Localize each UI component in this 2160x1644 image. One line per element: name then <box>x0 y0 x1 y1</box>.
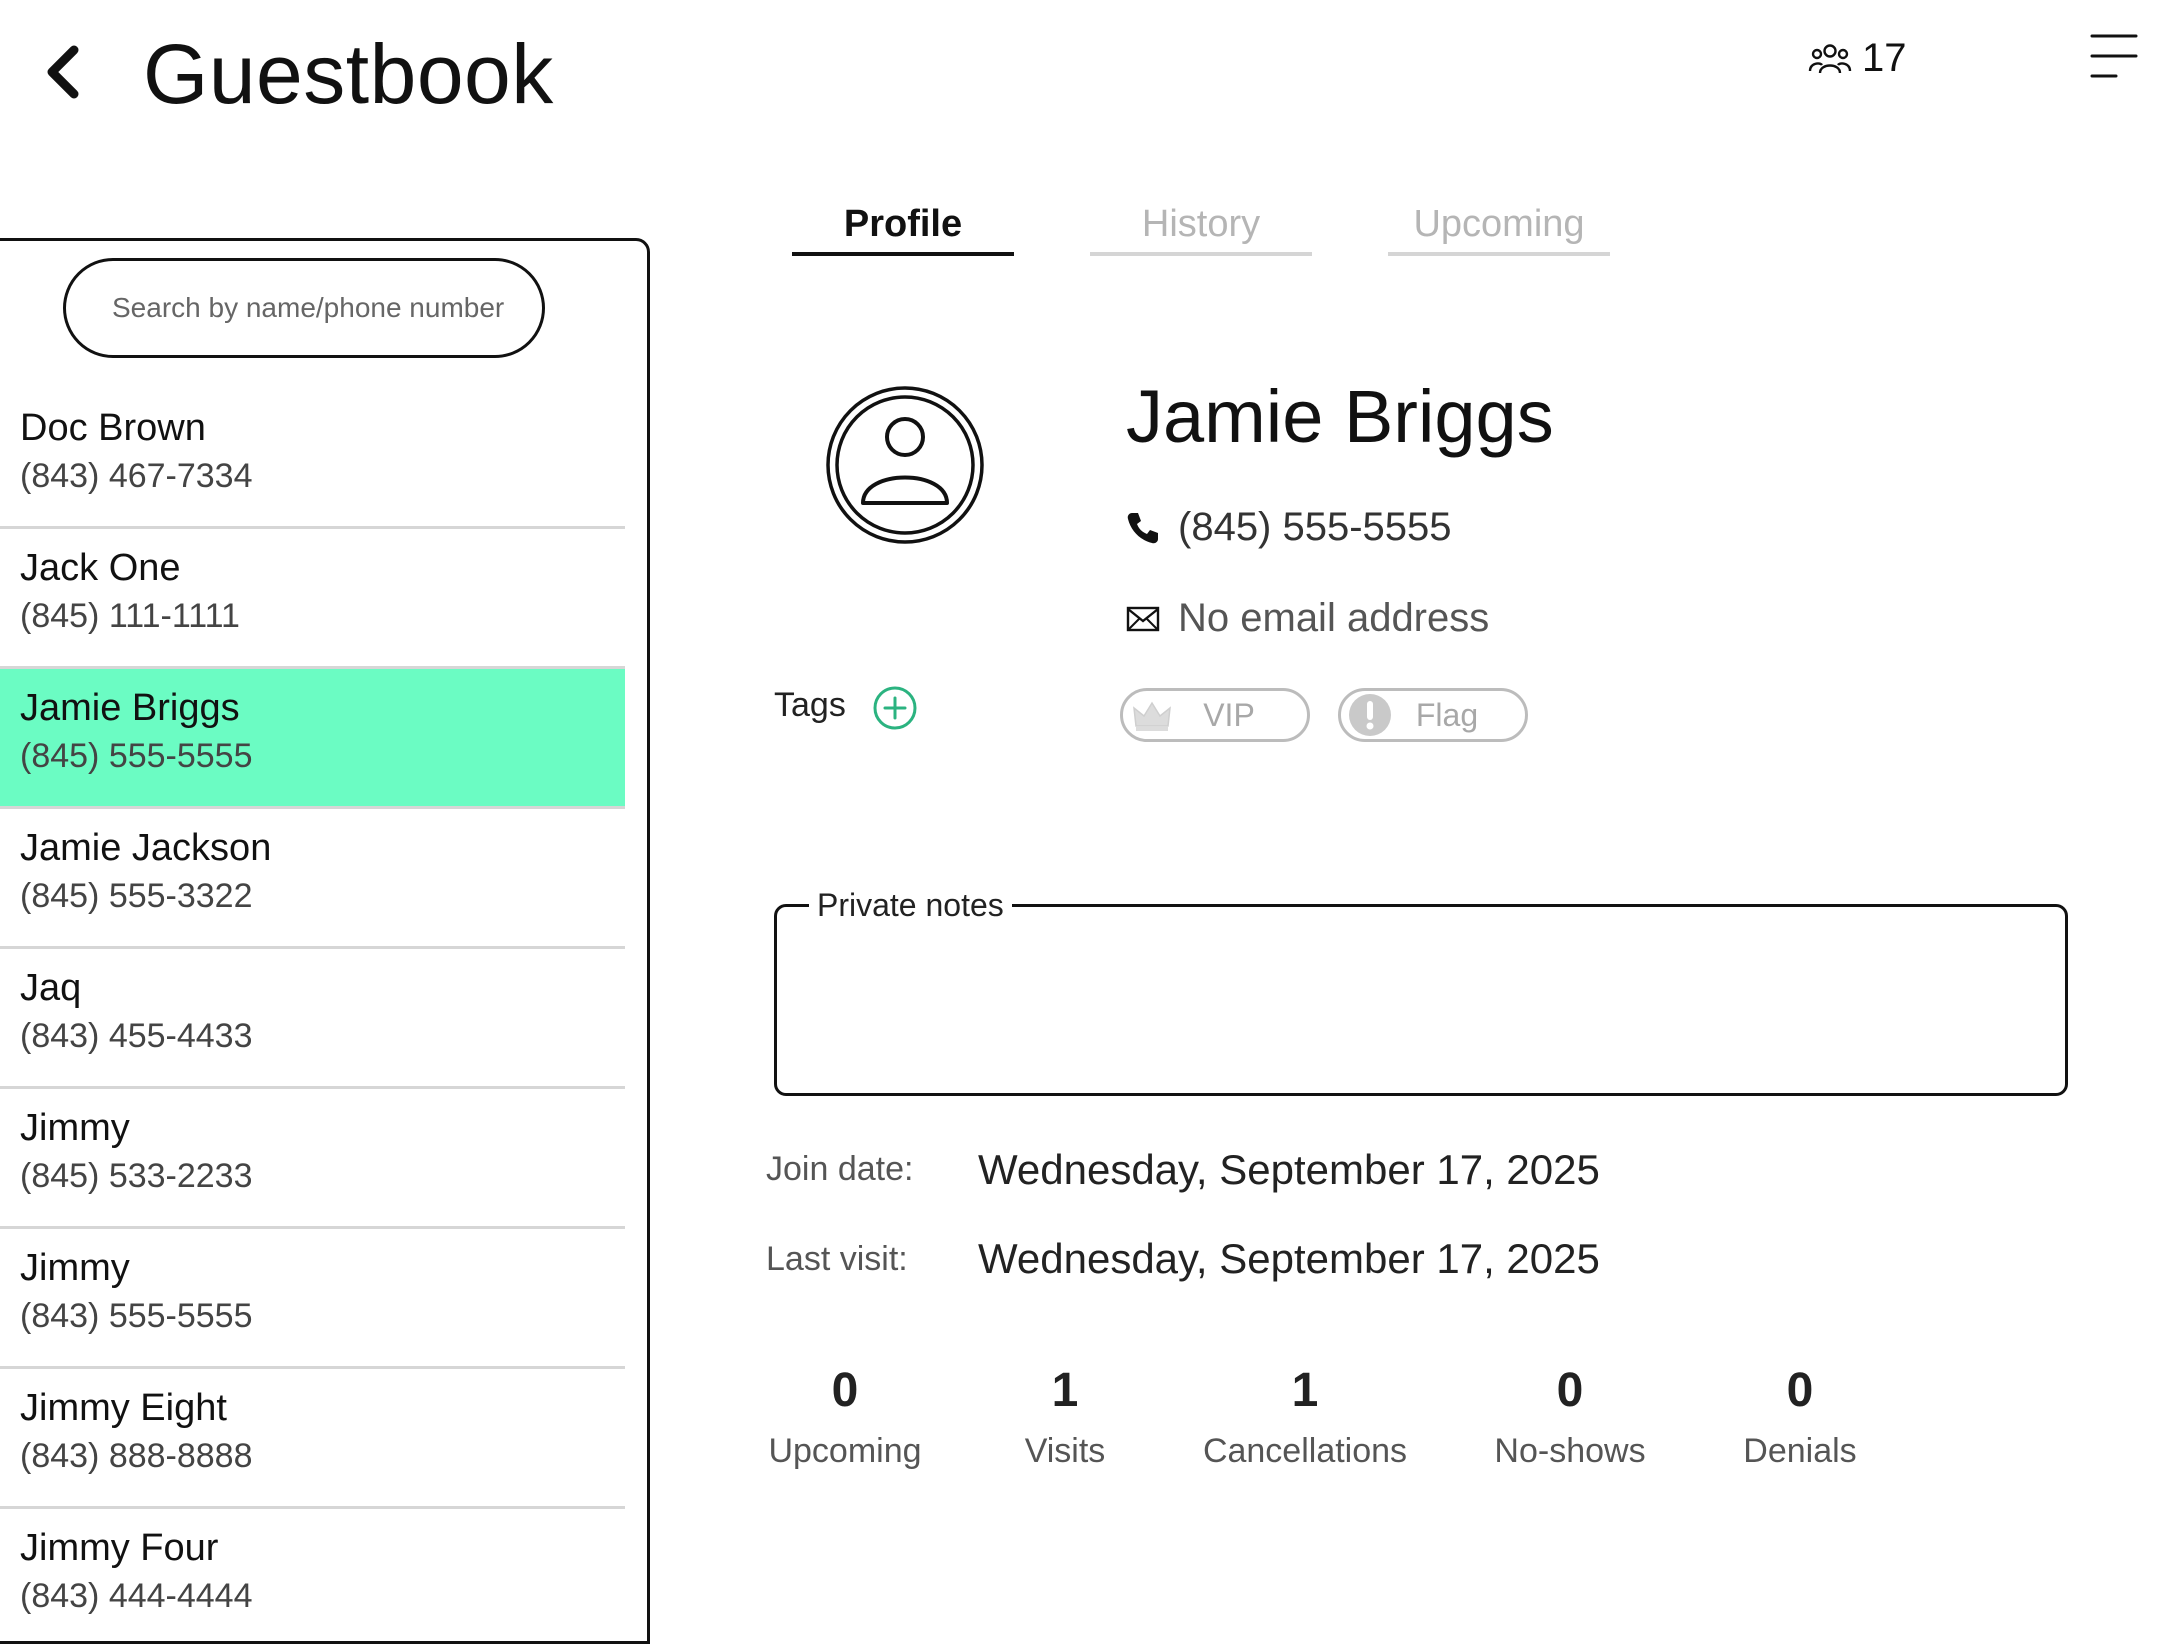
tag-vip[interactable]: VIP <box>1120 688 1310 742</box>
guest-name: Jaq <box>20 967 82 1009</box>
stat-label: Visits <box>1024 1432 1106 1470</box>
profile-phone-row[interactable]: (845) 555-5555 <box>1126 505 1452 550</box>
tab-profile[interactable]: Profile <box>792 196 1014 256</box>
stat-no-shows: 0 No-shows <box>1480 1355 1660 1475</box>
stat-value: 1 <box>1051 1364 1079 1417</box>
page-title: Guestbook <box>143 27 554 121</box>
guest-phone: (843) 444-4444 <box>20 1577 253 1615</box>
guest-name: Jamie Jackson <box>20 827 272 869</box>
profile-name: Jamie Briggs <box>1126 375 1554 458</box>
guest-list-panel: Search by name/phone number Doc Brown (8… <box>0 238 650 1644</box>
last-visit-value: Wednesday, September 17, 2025 <box>978 1235 1600 1282</box>
stat-value: 0 <box>1786 1364 1814 1417</box>
guest-phone: (845) 555-5555 <box>20 737 253 775</box>
stat-value: 0 <box>1556 1364 1584 1417</box>
tag-flag[interactable]: Flag <box>1338 688 1528 742</box>
crown-icon <box>1133 701 1171 731</box>
stat-cancellations: 1 Cancellations <box>1190 1355 1420 1475</box>
profile-phone: (845) 555-5555 <box>1178 505 1452 549</box>
profile-email: No email address <box>1178 596 1490 640</box>
user-avatar-icon <box>826 386 984 544</box>
guest-list-item[interactable]: Jamie Jackson (845) 555-3322 <box>0 809 625 949</box>
stat-visits: 1 Visits <box>1000 1355 1130 1475</box>
guest-phone: (845) 533-2233 <box>20 1157 253 1195</box>
stat-denials: 0 Denials <box>1730 1355 1870 1475</box>
search-input[interactable]: Search by name/phone number <box>63 258 545 358</box>
stat-value: 1 <box>1291 1364 1319 1417</box>
people-icon <box>1808 43 1852 73</box>
guest-list-item[interactable]: Jaq (843) 455-4433 <box>0 949 625 1089</box>
guest-list-item[interactable]: Jimmy (845) 533-2233 <box>0 1089 625 1229</box>
add-tag-button[interactable] <box>872 685 918 731</box>
guest-name: Jamie Briggs <box>20 687 240 729</box>
stat-label: Cancellations <box>1202 1432 1408 1470</box>
profile-email-row[interactable]: No email address <box>1126 596 1489 641</box>
back-button[interactable] <box>36 42 96 102</box>
envelope-icon <box>1126 606 1160 631</box>
tab-upcoming[interactable]: Upcoming <box>1388 196 1610 256</box>
stat-label: Upcoming <box>768 1432 922 1470</box>
private-notes-label: Private notes <box>809 885 1012 925</box>
guest-phone: (843) 467-7334 <box>20 457 253 495</box>
guest-phone: (843) 555-5555 <box>20 1297 253 1335</box>
guest-list-item[interactable]: Jimmy (843) 555-5555 <box>0 1229 625 1369</box>
guest-list[interactable]: Doc Brown (843) 467-7334 Jack One (845) … <box>0 389 625 1641</box>
guest-list-item[interactable]: Jack One (845) 111-1111 <box>0 529 625 669</box>
guest-phone: (843) 888-8888 <box>20 1437 253 1475</box>
stat-value: 0 <box>831 1364 859 1417</box>
chevron-left-icon <box>47 45 79 99</box>
join-date-value: Wednesday, September 17, 2025 <box>978 1146 1600 1193</box>
search-placeholder: Search by name/phone number <box>112 292 505 323</box>
stat-upcoming: 0 Upcoming <box>760 1355 930 1475</box>
guest-list-item[interactable]: Jimmy Eight (843) 888-8888 <box>0 1369 625 1509</box>
hamburger-menu-icon <box>2090 34 2138 78</box>
guest-phone: (843) 455-4433 <box>20 1017 253 1055</box>
guest-name: Jack One <box>20 547 181 589</box>
tag-label: VIP <box>1203 696 1255 733</box>
tab-history[interactable]: History <box>1090 196 1312 256</box>
guest-phone: (845) 111-1111 <box>20 597 240 635</box>
avatar <box>825 385 985 545</box>
menu-button[interactable] <box>2090 30 2138 82</box>
exclamation-icon <box>1349 694 1391 736</box>
guest-name: Doc Brown <box>20 407 206 449</box>
guest-name: Jimmy Eight <box>20 1387 227 1429</box>
guest-name: Jimmy Four <box>20 1527 219 1569</box>
plus-circle-icon <box>873 686 917 730</box>
tags-label: Tags <box>774 686 846 724</box>
last-visit-label: Last visit: <box>766 1240 908 1278</box>
stat-label: Denials <box>1743 1432 1857 1470</box>
guest-count: 17 <box>1808 36 1907 81</box>
join-date-label: Join date: <box>766 1150 914 1188</box>
private-notes-field[interactable]: Private notes <box>774 885 2068 1096</box>
guest-phone: (845) 555-3322 <box>20 877 253 915</box>
guest-name: Jimmy <box>20 1107 130 1149</box>
phone-icon <box>1127 512 1158 543</box>
tag-label: Flag <box>1415 696 1479 733</box>
guest-name: Jimmy <box>20 1247 130 1289</box>
guest-list-item[interactable]: Jimmy Four (843) 444-4444 <box>0 1509 625 1641</box>
stat-label: No-shows <box>1494 1432 1646 1470</box>
guest-list-item[interactable]: Doc Brown (843) 467-7334 <box>0 389 625 529</box>
guest-count-value: 17 <box>1862 36 1907 80</box>
guest-list-item-selected[interactable]: Jamie Briggs (845) 555-5555 <box>0 669 625 809</box>
